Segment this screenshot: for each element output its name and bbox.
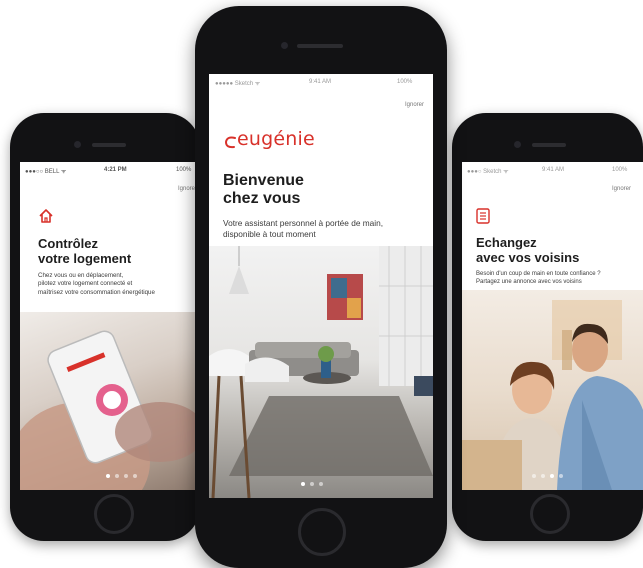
title-line-1: Bienvenue [223, 172, 304, 189]
status-time: 9:41 AM [542, 167, 565, 173]
status-carrier: ●●●○ Sketch ᯤ [467, 169, 509, 175]
title-line-1: Echangez [476, 235, 537, 250]
right-screen: ●●●○ Sketch ᯤ 9:41 AM 100% Ignorer Echan… [462, 162, 643, 490]
title-line-2: avec vos voisins [476, 249, 580, 265]
page-dot [133, 474, 137, 478]
description-line-3: maîtrisez votre consommation énergétique [38, 288, 155, 296]
page-dot [124, 474, 128, 478]
status-battery: 100% [612, 167, 628, 173]
page-dot [550, 474, 554, 478]
status-carrier: ●●●○○ BELL ᯤ [25, 169, 67, 175]
center-screen: ●●●●● Sketch ᯤ 9:41 AM 100% Ignorer eugé… [209, 74, 433, 498]
description-line-1: Chez vous ou en déplacement, [38, 272, 124, 279]
earpiece-speaker [532, 143, 566, 147]
earpiece-speaker [92, 143, 126, 147]
page-title: Contrôlez votre logement [38, 236, 132, 266]
page-description: Votre assistant personnel à portée de ma… [223, 218, 383, 240]
neighbors-photo [462, 290, 643, 490]
description-line-2: pilotez votre logement connecté et [38, 280, 133, 288]
center-phone: ●●●●● Sketch ᯤ 9:41 AM 100% Ignorer eugé… [195, 6, 447, 568]
home-button[interactable] [298, 508, 346, 556]
title-line-1: Contrôlez [38, 236, 98, 251]
skip-link[interactable]: Ignorer [405, 102, 424, 108]
home-button[interactable] [530, 494, 570, 534]
page-dot [115, 474, 119, 478]
message-board-icon [476, 208, 490, 229]
page-dot [532, 474, 536, 478]
page-dot [106, 474, 110, 478]
left-phone: ●●●○○ BELL ᯤ 4:21 PM 100% Ignorer Contrô… [10, 113, 200, 541]
front-camera [74, 141, 81, 148]
earpiece-speaker [297, 44, 343, 48]
home-icon [38, 208, 54, 229]
page-dot [310, 482, 314, 486]
status-battery: 100% [176, 167, 192, 173]
skip-link[interactable]: Ignorer [612, 186, 631, 192]
status-time: 4:21 PM [104, 167, 127, 173]
page-dot [541, 474, 545, 478]
page-description: Chez vous ou en déplacement, pilotez vot… [38, 272, 155, 297]
description-line-2: Partagez une annonce avec vos voisins [476, 279, 582, 286]
logo-text: eugénie [237, 128, 315, 150]
right-phone: ●●●○ Sketch ᯤ 9:41 AM 100% Ignorer Echan… [452, 113, 643, 541]
logo-swoosh-icon [224, 136, 236, 149]
page-indicator [532, 474, 563, 478]
description-line-2: disponible à tout moment [223, 229, 316, 240]
description-line-1: Besoin d'un coup de main en toute confia… [476, 271, 601, 277]
page-title: Bienvenue chez vous [223, 172, 304, 208]
hand-holding-phone-photo [20, 312, 200, 490]
left-screen: ●●●○○ BELL ᯤ 4:21 PM 100% Ignorer Contrô… [20, 162, 200, 490]
status-time: 9:41 AM [309, 79, 332, 85]
front-camera [281, 42, 288, 49]
title-line-2: votre logement [38, 250, 132, 266]
title-line-2: chez vous [223, 189, 301, 207]
page-indicator [106, 474, 137, 478]
home-button[interactable] [94, 494, 134, 534]
front-camera [514, 141, 521, 148]
eugenie-logo: eugénie [223, 128, 315, 150]
status-battery: 100% [397, 79, 413, 85]
page-title: Echangez avec vos voisins [476, 235, 580, 265]
living-room-photo [209, 246, 433, 498]
page-dot [559, 474, 563, 478]
page-dot [301, 482, 305, 486]
page-description: Besoin d'un coup de main en toute confia… [476, 270, 601, 286]
description-line-1: Votre assistant personnel à portée de ma… [223, 218, 384, 228]
page-dot [319, 482, 323, 486]
page-indicator [301, 482, 323, 486]
status-carrier: ●●●●● Sketch ᯤ [215, 81, 261, 87]
